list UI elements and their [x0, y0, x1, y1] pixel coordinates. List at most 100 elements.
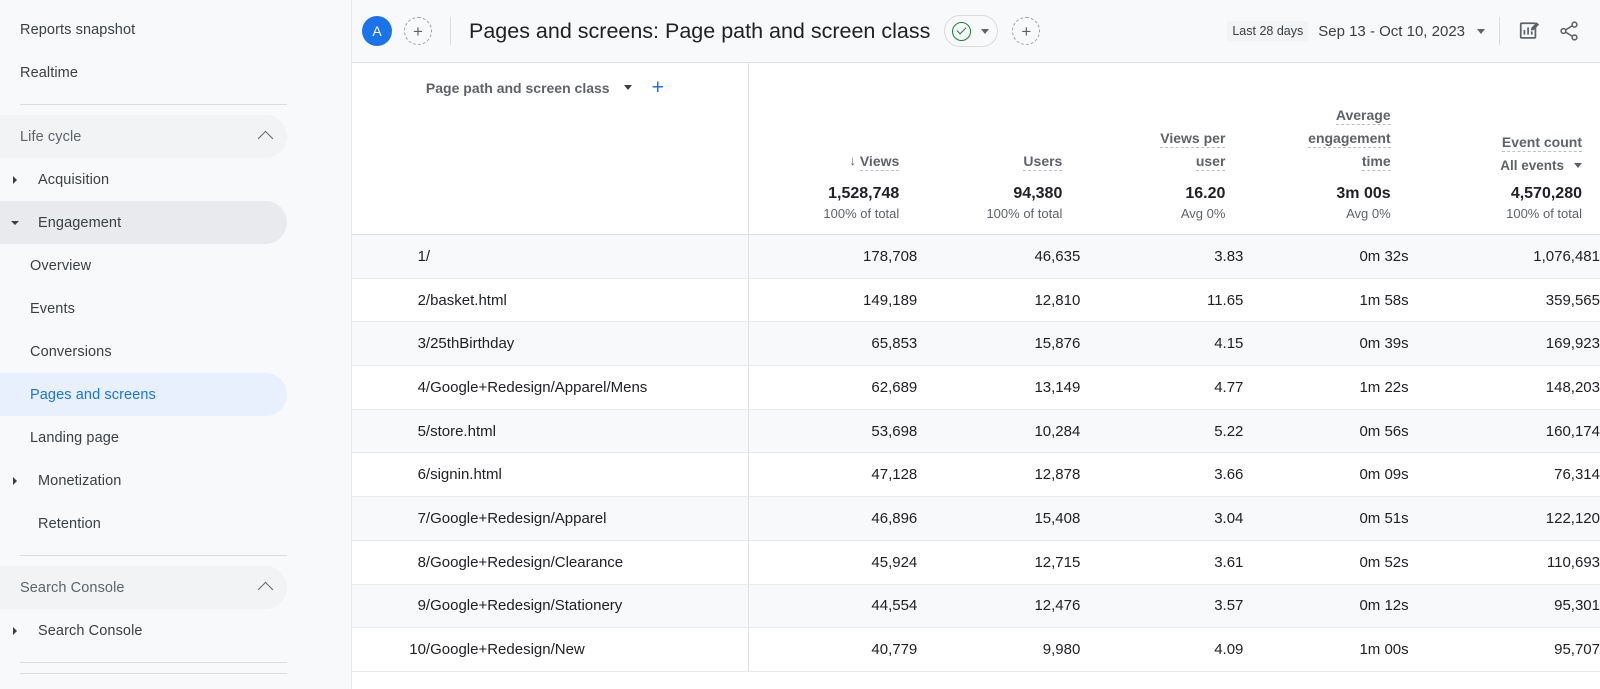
row-avg-engagement-time: 0m 12s [1243, 584, 1408, 628]
table-row[interactable]: 2/basket.html149,18912,81011.651m 58s359… [352, 278, 1600, 322]
sidebar-expand-slot[interactable] [0, 477, 30, 485]
row-page-path[interactable]: /store.html [426, 409, 749, 453]
date-range-text[interactable]: Sep 13 - Oct 10, 2023 [1318, 23, 1465, 40]
table-row[interactable]: 5/store.html53,69810,2845.220m 56s160,17… [352, 409, 1600, 453]
row-page-path[interactable]: /basket.html [426, 278, 749, 322]
sidebar-item-conversions[interactable]: Conversions [0, 330, 287, 373]
totals-cell: 3m 00sAvg 0% [1243, 181, 1408, 235]
row-avg-engagement-time: 0m 09s [1243, 453, 1408, 497]
row-page-path[interactable]: / [426, 235, 749, 279]
sidebar-item-monetization[interactable]: Monetization [0, 459, 287, 502]
sidebar-item-label: Reports snapshot [20, 22, 135, 38]
sidebar-expand-slot[interactable] [0, 627, 30, 635]
table-row[interactable]: 9/Google+Redesign/Stationery44,55412,476… [352, 584, 1600, 628]
table-row[interactable]: 6/signin.html47,12812,8783.660m 09s76,31… [352, 453, 1600, 497]
row-page-path[interactable]: /Google+Redesign/Clearance [426, 540, 749, 584]
row-rank: 1 [352, 235, 426, 279]
triangle-right-icon[interactable] [13, 627, 17, 635]
row-page-path[interactable]: /Google+Redesign/Apparel [426, 497, 749, 541]
caret-down-icon[interactable] [624, 85, 632, 90]
sidebar-item-label: Landing page [0, 430, 119, 446]
column-header-views[interactable]: ↓Views [749, 63, 918, 181]
row-users: 12,476 [917, 584, 1080, 628]
avatar[interactable]: A [362, 16, 392, 46]
table-body: 1,528,748100% of total94,380100% of tota… [352, 181, 1600, 672]
sidebar-expand-slot[interactable] [0, 176, 30, 184]
row-event-count: 95,707 [1409, 628, 1600, 672]
users-header-inner[interactable]: Users [1023, 150, 1062, 173]
edit-chart-icon[interactable] [1514, 16, 1544, 46]
sidebar-item-label: Conversions [0, 344, 112, 360]
caret-down-icon[interactable] [981, 29, 989, 34]
totals-value: 94,380 [917, 183, 1080, 205]
row-views-per-user: 11.65 [1080, 278, 1243, 322]
avg-engagement-header-inner[interactable]: Average engagement time [1308, 104, 1390, 173]
share-icon[interactable] [1554, 16, 1584, 46]
sidebar-item-search-console[interactable]: Search Console [0, 609, 287, 652]
row-users: 10,284 [917, 409, 1080, 453]
sidebar-item-retention[interactable]: Retention [0, 502, 287, 545]
table-row[interactable]: 8/Google+Redesign/Clearance45,92412,7153… [352, 540, 1600, 584]
sidebar-item-acquisition[interactable]: Acquisition [0, 158, 287, 201]
row-views-per-user: 5.22 [1080, 409, 1243, 453]
row-users: 12,810 [917, 278, 1080, 322]
sidebar-item-label: Monetization [30, 473, 121, 489]
views-per-user-header-inner[interactable]: Views per user [1160, 127, 1225, 173]
row-avg-engagement-time: 0m 51s [1243, 497, 1408, 541]
event-count-header-inner[interactable]: Event count [1502, 131, 1582, 154]
table-row[interactable]: 4/Google+Redesign/Apparel/Mens62,68913,1… [352, 366, 1600, 410]
chevron-up-icon[interactable] [258, 131, 274, 147]
row-event-count: 122,120 [1409, 497, 1600, 541]
totals-subtext: 100% of total [749, 205, 917, 223]
row-page-path[interactable]: /signin.html [426, 453, 749, 497]
check-circle-icon [952, 22, 971, 41]
row-page-path[interactable]: /Google+Redesign/Apparel/Mens [426, 366, 749, 410]
triangle-right-icon[interactable] [13, 176, 17, 184]
column-header-event-count[interactable]: Event count All events [1409, 63, 1600, 181]
column-header-users[interactable]: Users [917, 63, 1080, 181]
sidebar-section-search-console[interactable]: Search Console [0, 566, 287, 609]
row-page-path[interactable]: /Google+Redesign/New [426, 628, 749, 672]
sidebar-item-reports-snapshot[interactable]: Reports snapshot [0, 8, 287, 51]
triangle-right-icon[interactable] [13, 477, 17, 485]
row-views-per-user: 4.77 [1080, 366, 1243, 410]
sidebar-item-pages-and-screens[interactable]: Pages and screens [0, 373, 287, 416]
row-event-count: 110,693 [1409, 540, 1600, 584]
sidebar-item-events[interactable]: Events [0, 287, 287, 330]
sidebar-item-overview[interactable]: Overview [0, 244, 287, 287]
triangle-down-icon[interactable] [11, 221, 19, 225]
chevron-up-icon[interactable] [258, 582, 274, 598]
sidebar-item-engagement[interactable]: Engagement [0, 201, 287, 244]
caret-down-icon[interactable] [1477, 29, 1485, 34]
sidebar-item-landing-page[interactable]: Landing page [0, 416, 287, 459]
row-event-count: 76,314 [1409, 453, 1600, 497]
table-row[interactable]: 1/178,70846,6353.830m 32s1,076,481 [352, 235, 1600, 279]
comparison-status-pill[interactable] [944, 15, 998, 47]
dimension-selector[interactable]: Page path and screen class + [426, 77, 748, 98]
table-row[interactable]: 10/Google+Redesign/New40,7799,9804.091m … [352, 628, 1600, 672]
row-page-path[interactable]: /25thBirthday [426, 322, 749, 366]
add-comparison-button[interactable]: + [404, 17, 432, 45]
event-filter-dropdown[interactable]: All events [1409, 158, 1582, 173]
caret-down-icon[interactable] [1574, 163, 1582, 168]
column-header-views-per-user[interactable]: Views per user [1080, 63, 1243, 181]
row-rank: 4 [352, 366, 426, 410]
table-row[interactable]: 3/25thBirthday65,85315,8764.150m 39s169,… [352, 322, 1600, 366]
sidebar-section-life-cycle[interactable]: Life cycle [0, 115, 287, 158]
table-row[interactable]: 7/Google+Redesign/Apparel46,89615,4083.0… [352, 497, 1600, 541]
row-users: 15,876 [917, 322, 1080, 366]
add-dimension-icon[interactable]: + [652, 77, 664, 98]
views-header-inner[interactable]: ↓Views [849, 149, 899, 173]
sidebar-expand-slot[interactable] [0, 221, 30, 225]
row-page-path[interactable]: /Google+Redesign/Stationery [426, 584, 749, 628]
totals-value: 3m 00s [1243, 183, 1408, 205]
row-rank: 9 [352, 584, 426, 628]
add-segment-button[interactable]: + [1012, 17, 1040, 45]
sidebar-item-realtime[interactable]: Realtime [0, 51, 287, 94]
row-views: 149,189 [749, 278, 918, 322]
sort-descending-icon[interactable]: ↓ [849, 149, 856, 172]
row-rank: 8 [352, 540, 426, 584]
column-header-average-engagement-time[interactable]: Average engagement time [1243, 63, 1408, 181]
row-views: 45,924 [749, 540, 918, 584]
analytics-report-page: Reports snapshot Realtime Life cycleAcquis… [0, 0, 1600, 689]
